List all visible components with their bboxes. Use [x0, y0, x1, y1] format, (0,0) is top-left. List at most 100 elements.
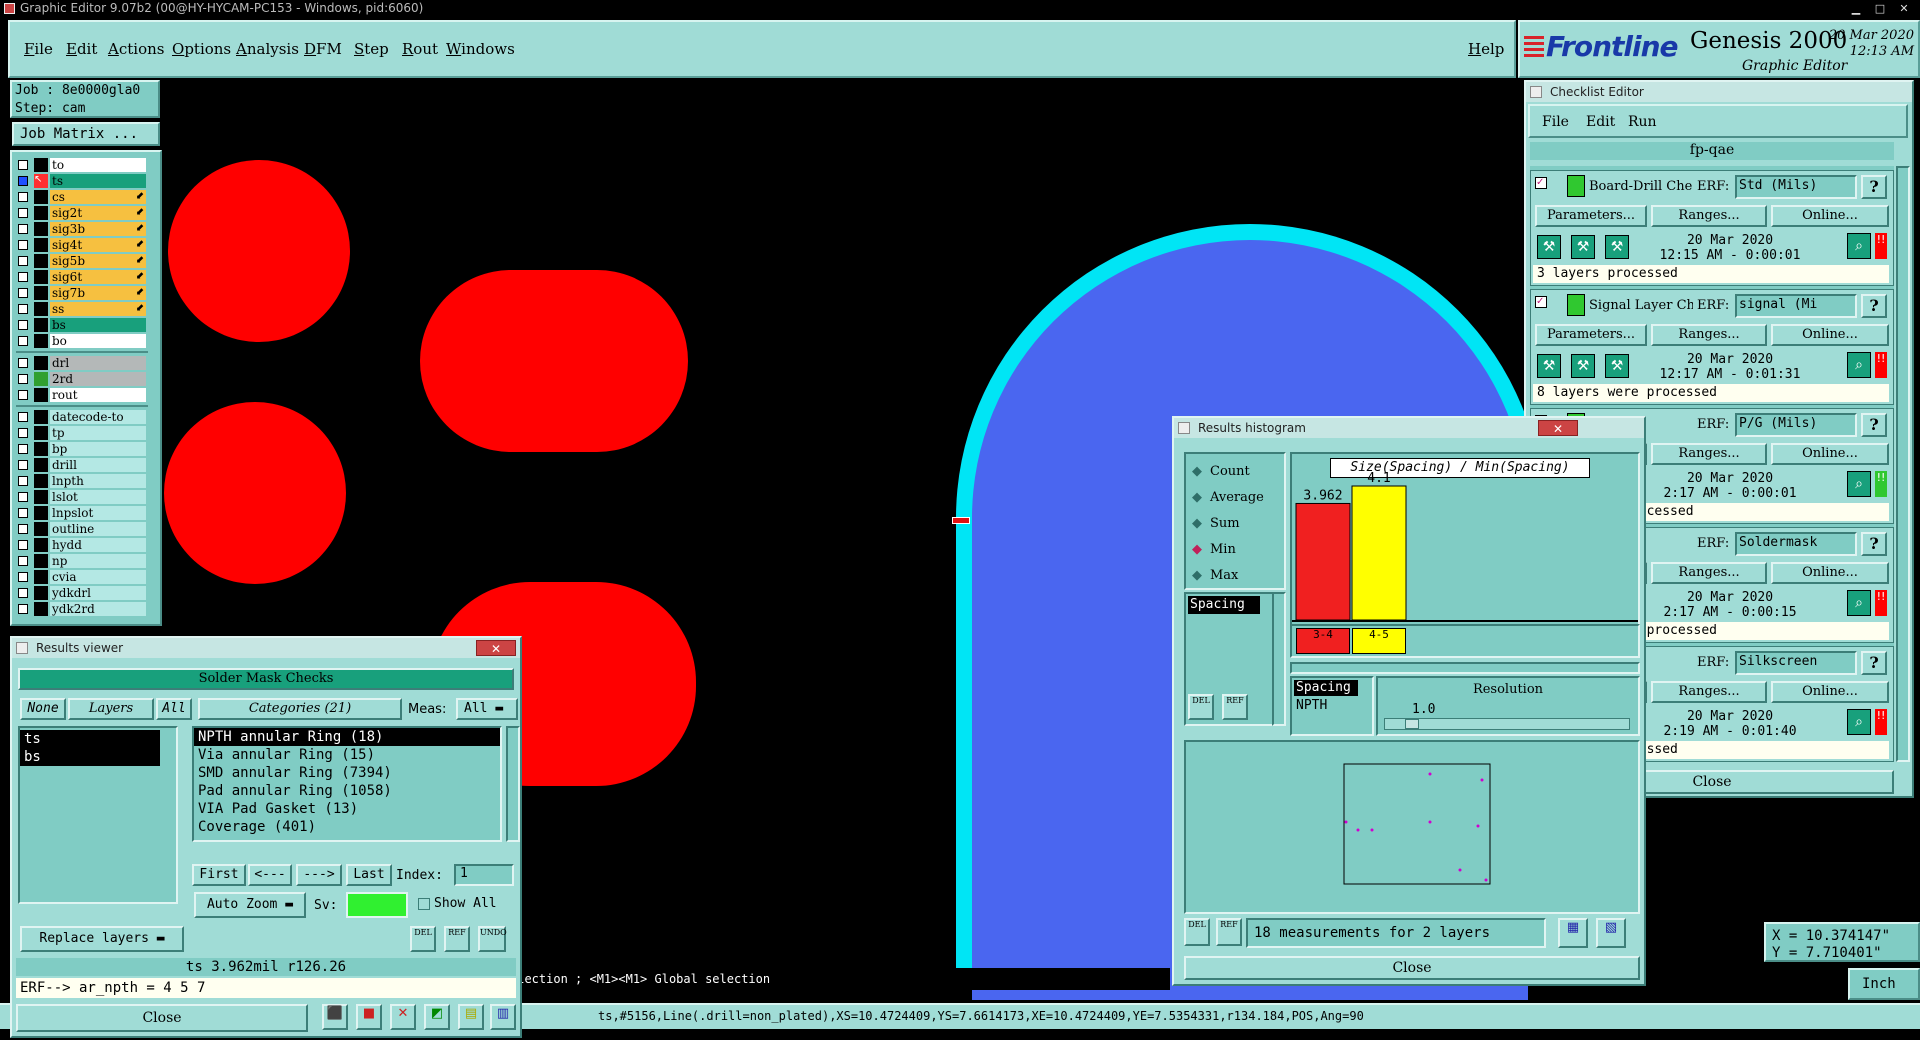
online-button[interactable]: Online...	[1771, 443, 1889, 465]
layer-checkbox[interactable]	[18, 444, 28, 454]
ref-button[interactable]: REF	[1216, 918, 1242, 946]
checklist-scrollbar[interactable]	[1896, 166, 1910, 762]
layer-checkbox[interactable]	[18, 572, 28, 582]
zoom-results-icon[interactable]: ⌕	[1847, 709, 1871, 735]
layer-checkbox[interactable]	[18, 540, 28, 550]
minimize-button[interactable]: ▁	[1844, 2, 1868, 16]
help-icon[interactable]: ?	[1861, 651, 1887, 675]
layer-row[interactable]: sig5b ⬋	[16, 254, 146, 268]
layer-checkbox[interactable]	[18, 358, 28, 368]
layer-color-swatch[interactable]	[34, 318, 48, 332]
overview-map[interactable]	[1186, 742, 1638, 912]
layer-name[interactable]: lslot	[50, 490, 146, 504]
layer-name[interactable]: 2rd	[50, 372, 146, 386]
menu-rout[interactable]: Rout	[402, 40, 438, 58]
layer-color-swatch[interactable]	[34, 490, 48, 504]
layer-color-swatch[interactable]	[34, 442, 48, 456]
layer-checkbox[interactable]	[18, 412, 28, 422]
layer-color-swatch[interactable]	[34, 372, 48, 386]
category-result-item[interactable]: SMD annular Ring (7394)	[194, 764, 500, 782]
layer-color-swatch[interactable]	[34, 458, 48, 472]
meas-dropdown[interactable]: All ▬	[456, 698, 518, 720]
measure-item-spacing[interactable]: Spacing	[1188, 596, 1260, 614]
mode-radio-average[interactable]: ◆ Average	[1192, 488, 1282, 508]
layer-color-swatch[interactable]	[34, 158, 48, 172]
export-chart-icon[interactable]: ▦	[1558, 918, 1588, 948]
layer-name[interactable]: sig2t ⬋	[50, 206, 146, 220]
erf-value[interactable]: signal (Mi	[1735, 294, 1857, 318]
category-result-item[interactable]: VIA Pad Gasket (13)	[194, 800, 500, 818]
layer-checkbox[interactable]	[18, 524, 28, 534]
layer-color-swatch[interactable]	[34, 410, 48, 424]
layer-color-swatch[interactable]	[34, 302, 48, 316]
layer-color-swatch[interactable]	[34, 426, 48, 440]
layer-color-swatch[interactable]	[34, 602, 48, 616]
spacing-list[interactable]: Spacing NPTH	[1290, 676, 1374, 736]
layer-color-swatch[interactable]	[34, 570, 48, 584]
layer-color-swatch[interactable]	[34, 474, 48, 488]
checklist-menu-run[interactable]: Run	[1628, 114, 1657, 130]
layer-color-swatch[interactable]	[34, 586, 48, 600]
layer-row[interactable]: ↖ ts	[16, 174, 146, 188]
close-icon[interactable]: ✕	[476, 640, 516, 656]
parameters-button[interactable]: Parameters...	[1535, 324, 1647, 346]
erf-value[interactable]: Std (Mils)	[1735, 175, 1857, 199]
menu-options[interactable]: Options	[172, 40, 231, 58]
action-name[interactable]: Board-Drill Che	[1589, 179, 1693, 194]
menu-help[interactable]: Help	[1468, 40, 1504, 58]
layer-name[interactable]: ydkdrl	[50, 586, 146, 600]
help-icon[interactable]: ?	[1861, 294, 1887, 318]
layer-checkbox[interactable]	[18, 192, 28, 202]
layer-row[interactable]: drill	[16, 458, 146, 472]
action-name[interactable]: Signal Layer Ch	[1589, 298, 1693, 313]
layer-name[interactable]: rout	[50, 388, 146, 402]
run-icon[interactable]: ⚒	[1537, 354, 1561, 378]
layer-row[interactable]: ss ⬋	[16, 302, 146, 316]
online-button[interactable]: Online...	[1771, 205, 1889, 227]
layer-checkbox[interactable]	[18, 304, 28, 314]
menu-edit[interactable]: Edit	[66, 40, 97, 58]
mode-radio-min[interactable]: ◆ Min	[1192, 540, 1282, 560]
layer-checkbox[interactable]	[18, 288, 28, 298]
action-enabled-checkbox[interactable]: ✓	[1535, 177, 1547, 189]
close-window-button[interactable]: ✕	[1892, 2, 1916, 16]
run-icon[interactable]: ⚒	[1605, 354, 1629, 378]
layer-row[interactable]: to	[16, 158, 146, 172]
mode-radio-count[interactable]: ◆ Count	[1192, 462, 1282, 482]
erf-value[interactable]: P/G (Mils)	[1735, 413, 1857, 437]
layer-name[interactable]: drl	[50, 356, 146, 370]
layer-color-swatch[interactable]: ↖	[34, 174, 48, 188]
layer-row[interactable]: lnpth	[16, 474, 146, 488]
histogram-bar[interactable]	[1295, 502, 1351, 621]
layer-name[interactable]: ydk2rd	[50, 602, 146, 616]
layer-color-swatch[interactable]	[34, 388, 48, 402]
layer-result-item[interactable]: bs	[20, 748, 160, 766]
layer-color-swatch[interactable]	[34, 554, 48, 568]
online-button[interactable]: Online...	[1771, 562, 1889, 584]
sv-color-dropdown[interactable]	[346, 892, 408, 918]
layer-checkbox[interactable]	[18, 390, 28, 400]
layer-row[interactable]: lslot	[16, 490, 146, 504]
units-selector[interactable]: Inch	[1848, 968, 1920, 1000]
histogram-close-button[interactable]: Close	[1184, 956, 1640, 980]
mode-radio-max[interactable]: ◆ Max	[1192, 566, 1282, 586]
measure-list-scrollbar[interactable]	[1272, 592, 1286, 726]
layer-row[interactable]: sig6t ⬋	[16, 270, 146, 284]
zoom-results-icon[interactable]: ⌕	[1847, 590, 1871, 616]
menu-analysis[interactable]: Analysis	[236, 40, 299, 58]
select-all-button[interactable]: All	[156, 698, 192, 720]
layer-name[interactable]: sig7b ⬋	[50, 286, 146, 300]
layer-row[interactable]: ydkdrl	[16, 586, 146, 600]
chart-settings-icon[interactable]: ▧	[1596, 918, 1626, 948]
categories-button[interactable]: Categories (21)	[198, 698, 402, 720]
layer-checkbox[interactable]	[18, 460, 28, 470]
layer-results-list[interactable]: ts bs	[18, 726, 178, 904]
category-result-item[interactable]: Pad annular Ring (1058)	[194, 782, 500, 800]
layer-checkbox[interactable]	[18, 508, 28, 518]
layer-name[interactable]: cs ⬋	[50, 190, 146, 204]
chart-horizontal-scrollbar[interactable]	[1290, 662, 1640, 674]
layer-row[interactable]: bs	[16, 318, 146, 332]
category-results-list[interactable]: NPTH annular Ring (18) Via annular Ring (…	[192, 726, 502, 842]
first-button[interactable]: First	[192, 864, 246, 886]
export-icon[interactable]: ◩	[424, 1004, 450, 1030]
